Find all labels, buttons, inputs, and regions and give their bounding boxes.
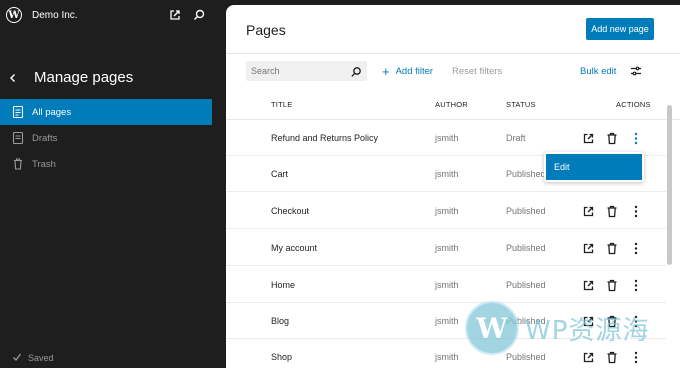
- page-title-cell[interactable]: Cart: [271, 156, 288, 192]
- page-title-cell[interactable]: Checkout: [271, 193, 309, 229]
- more-actions-icon[interactable]: [629, 241, 643, 255]
- more-actions-icon[interactable]: [629, 278, 643, 292]
- watermark: W WP资源海: [465, 300, 680, 356]
- page-title-cell[interactable]: My account: [271, 230, 317, 266]
- sidebar-item-label: Trash: [32, 158, 56, 170]
- page-title-cell[interactable]: Home: [271, 267, 295, 303]
- status-cell: Published: [506, 243, 546, 253]
- column-header-status[interactable]: STATUS: [506, 100, 536, 109]
- watermark-logo-icon: W: [465, 301, 519, 355]
- trash-icon[interactable]: [605, 241, 619, 255]
- table-row[interactable]: Refund and Returns Policy jsmith Draft: [226, 120, 666, 156]
- external-link-icon[interactable]: [168, 8, 182, 22]
- trash-icon[interactable]: [605, 278, 619, 292]
- sidebar-item-drafts[interactable]: Drafts: [0, 125, 212, 151]
- bulk-edit-button[interactable]: Bulk edit: [580, 66, 616, 77]
- checkmark-icon: [12, 352, 22, 364]
- table-row[interactable]: Checkout jsmith Published: [226, 193, 666, 229]
- add-filter-label: Add filter: [395, 66, 434, 77]
- page-title-cell[interactable]: Blog: [271, 303, 289, 339]
- view-page-icon[interactable]: [581, 278, 595, 292]
- pages-icon: [12, 105, 24, 119]
- sidebar-item-all-pages[interactable]: All pages: [0, 99, 212, 125]
- add-filter-button[interactable]: + Add filter: [382, 65, 433, 78]
- search-icon[interactable]: [350, 65, 362, 77]
- trash-icon[interactable]: [605, 204, 619, 218]
- sidebar-item-label: Drafts: [32, 132, 58, 144]
- reset-filters-button[interactable]: Reset filters: [452, 66, 502, 77]
- column-header-author[interactable]: AUTHOR: [435, 100, 468, 109]
- sidebar-title: Manage pages: [34, 69, 134, 86]
- status-cell: Published: [506, 206, 546, 216]
- author-cell: jsmith: [435, 169, 459, 179]
- table-row[interactable]: Home jsmith Published: [226, 267, 666, 303]
- page-title: Pages: [246, 22, 286, 38]
- view-page-icon[interactable]: [581, 241, 595, 255]
- search-input[interactable]: [246, 61, 351, 81]
- search-box: [246, 61, 367, 81]
- view-page-icon[interactable]: [581, 204, 595, 218]
- author-cell: jsmith: [435, 280, 459, 290]
- trash-icon: [12, 157, 24, 171]
- sidebar-item-label: All pages: [32, 106, 72, 118]
- more-actions-icon[interactable]: [629, 131, 643, 145]
- site-name[interactable]: Demo Inc.: [32, 10, 78, 21]
- save-status-label: Saved: [28, 353, 54, 363]
- status-cell: Draft: [506, 133, 526, 143]
- row-actions-menu: Edit: [544, 152, 644, 182]
- status-cell: Published: [506, 280, 546, 290]
- back-chevron-icon[interactable]: [7, 71, 19, 83]
- view-page-icon[interactable]: [581, 131, 595, 145]
- save-status: Saved: [12, 352, 54, 364]
- trash-icon[interactable]: [605, 131, 619, 145]
- column-header-actions: ACTIONS: [616, 100, 651, 109]
- column-header-title[interactable]: TITLE: [271, 100, 292, 109]
- drafts-icon: [12, 131, 24, 145]
- menu-item-edit[interactable]: Edit: [546, 154, 642, 180]
- author-cell: jsmith: [435, 206, 459, 216]
- watermark-text: WP资源海: [525, 315, 650, 346]
- page-title-cell[interactable]: Refund and Returns Policy: [271, 120, 378, 156]
- search-icon[interactable]: [192, 8, 206, 22]
- plus-icon: +: [382, 64, 390, 79]
- table-row[interactable]: My account jsmith Published: [226, 230, 666, 266]
- sidebar-item-trash[interactable]: Trash: [0, 151, 212, 177]
- add-new-page-button[interactable]: Add new page: [586, 18, 654, 40]
- status-cell: Published: [506, 169, 546, 179]
- author-cell: jsmith: [435, 352, 459, 362]
- wordpress-logo-icon[interactable]: W: [6, 7, 22, 23]
- header-divider: [226, 53, 680, 54]
- sidebar: W Demo Inc. Manage pages All pages Draft…: [0, 0, 222, 368]
- page-title-cell[interactable]: Shop: [271, 339, 292, 368]
- scrollbar[interactable]: [667, 105, 672, 265]
- more-actions-icon[interactable]: [629, 204, 643, 218]
- author-cell: jsmith: [435, 243, 459, 253]
- author-cell: jsmith: [435, 133, 459, 143]
- author-cell: jsmith: [435, 316, 459, 326]
- view-options-icon[interactable]: [630, 64, 642, 76]
